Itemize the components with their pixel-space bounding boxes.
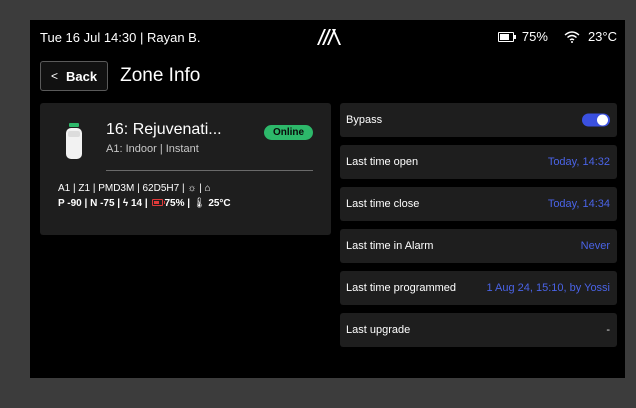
row-last-time-open: Last time open Today, 14:32 [340,145,617,179]
last-close-label: Last time close [346,198,420,210]
signal-14: 14 | [130,198,151,209]
device-frame: Tue 16 Jul 14:30 | Rayan B. 75% 23°C < B… [0,0,636,408]
divider [106,170,313,171]
last-open-label: Last time open [346,156,419,168]
toggle-knob [597,114,608,126]
status-bar: Tue 16 Jul 14:30 | Rayan B. 75% 23°C [30,20,625,56]
battery-icon [497,31,516,42]
sensor-icon: ☼ [187,183,197,194]
page-title: Zone Info [120,65,201,86]
last-programmed-value: 1 Aug 24, 15:10, by Yossi [486,282,610,294]
last-alarm-label: Last time in Alarm [346,240,434,252]
signal-values: P -90 | N -75 | [58,198,123,209]
back-label: Back [66,68,98,84]
last-open-value: Today, 14:32 [547,156,610,168]
status-right: 75% 23°C [497,29,617,44]
status-badge: Online [264,125,313,140]
row-last-time-close: Last time close Today, 14:34 [340,187,617,221]
last-upgrade-value: - [606,324,610,336]
last-programmed-label: Last time programmed [346,282,457,294]
last-close-value: Today, 14:34 [547,198,610,210]
device-subtitle: A1: Indoor | Instant [106,143,199,155]
bypass-label: Bypass [346,114,383,126]
device-card: 16: Rejuvenati... Online A1: Indoor | In… [40,103,331,235]
lightning-icon: ϟ [122,198,129,209]
device-icon [66,123,82,159]
last-alarm-value: Never [580,240,610,252]
chevron-left-icon: < [51,69,59,83]
device-battery: 75% | [164,198,193,209]
logo-icon [317,29,341,45]
row-bypass: Bypass [340,103,617,137]
last-upgrade-label: Last upgrade [346,324,411,336]
datetime-user: Tue 16 Jul 14:30 | Rayan B. [40,30,201,45]
wifi-icon [564,30,580,43]
device-temperature: 25°C [208,198,231,209]
device-name: 16: Rejuvenati... [106,121,222,138]
bypass-toggle[interactable] [582,113,610,127]
row-last-upgrade: Last upgrade - [340,313,617,347]
screen: Tue 16 Jul 14:30 | Rayan B. 75% 23°C < B… [30,20,625,378]
temperature: 23°C [587,29,617,44]
battery-percent: 75% [521,29,548,44]
row-last-time-programmed: Last time programmed 1 Aug 24, 15:10, by… [340,271,617,305]
home-icon: ⌂ [204,183,211,194]
header: < Back Zone Info [40,60,200,92]
back-button[interactable]: < Back [40,61,109,91]
device-codes: A1 | Z1 | PMD3M | 62D5H7 | [58,183,188,194]
device-info-line-1: A1 | Z1 | PMD3M | 62D5H7 | ☼ | ⌂ [58,183,211,194]
row-last-time-alarm: Last time in Alarm Never [340,229,617,263]
device-info-line-2: P -90 | N -75 | ϟ 14 | 75% | 🌡 25°C [58,198,231,209]
thermometer-icon: 🌡 [192,198,206,209]
low-battery-icon [152,198,166,206]
